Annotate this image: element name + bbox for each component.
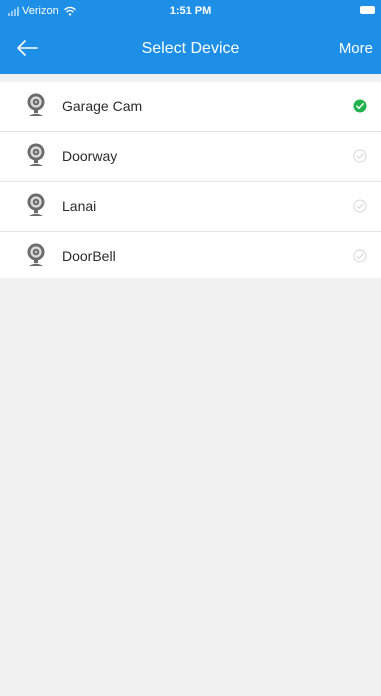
- nav-bar: Select Device More: [0, 22, 381, 74]
- status-bar: Verizon 1:51 PM: [0, 0, 381, 22]
- device-row-garage-cam[interactable]: Garage Cam: [0, 82, 381, 131]
- check-circle-selected-icon: [353, 99, 367, 113]
- header: Verizon 1:51 PM Select Device More: [0, 0, 381, 74]
- check-circle-icon: [353, 199, 367, 213]
- battery-icon: [360, 6, 375, 14]
- check-circle-icon: [353, 149, 367, 163]
- device-name: DoorBell: [62, 248, 116, 264]
- device-name: Lanai: [62, 198, 97, 214]
- camera-icon: [27, 193, 45, 216]
- device-row-lanai[interactable]: Lanai: [0, 181, 381, 231]
- device-row-doorbell[interactable]: DoorBell: [0, 231, 381, 281]
- camera-icon: [27, 143, 45, 166]
- device-name: Garage Cam: [62, 98, 143, 114]
- check-circle-icon: [353, 249, 367, 263]
- page-title: Select Device: [141, 40, 240, 57]
- device-name: Doorway: [62, 148, 118, 164]
- camera-icon: [27, 93, 45, 116]
- camera-icon: [27, 243, 45, 266]
- device-list: Garage Cam Doorway Lanai DoorBell: [0, 82, 381, 278]
- screen: Verizon 1:51 PM Select Device More Garag…: [0, 0, 381, 696]
- device-row-doorway[interactable]: Doorway: [0, 131, 381, 181]
- status-time: 1:51 PM: [169, 5, 212, 17]
- more-button[interactable]: More: [339, 40, 373, 58]
